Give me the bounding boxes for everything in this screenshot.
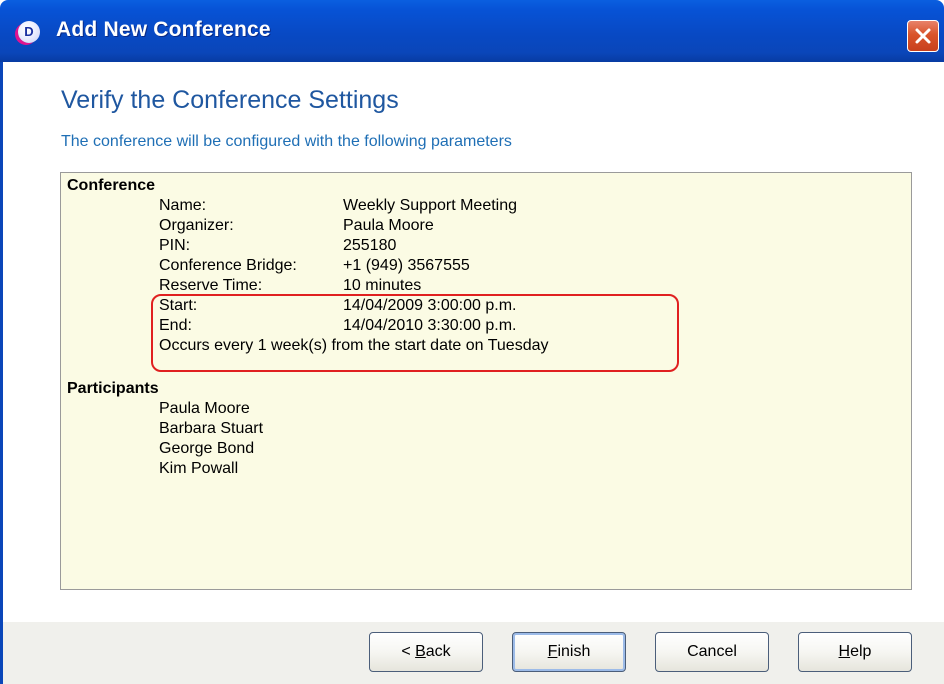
app-logo-icon: D [18, 21, 40, 43]
settings-summary-panel: Conference Name: Weekly Support Meeting … [60, 172, 912, 590]
back-label-rest: ack [425, 643, 451, 660]
add-new-conference-dialog: D Add New Conference Verify the Conferen… [0, 0, 944, 684]
participant-item: George Bond [159, 440, 255, 457]
title-bar[interactable]: D Add New Conference [0, 0, 944, 62]
reserve-time-value: 10 minutes [343, 277, 422, 294]
help-button[interactable]: Help [798, 632, 912, 672]
schedule-highlight-box [151, 294, 679, 372]
pin-value: 255180 [343, 237, 397, 254]
participants-section-title: Participants [67, 380, 159, 397]
back-mnemonic: B [415, 643, 426, 660]
finish-button[interactable]: Finish [512, 632, 626, 672]
field-label: Reserve Time: [159, 277, 263, 294]
participant-item: Kim Powall [159, 460, 239, 477]
finish-label-rest: inish [557, 643, 591, 660]
conference-bridge-value: +1 (949) 3567555 [343, 257, 470, 274]
conference-name-value: Weekly Support Meeting [343, 197, 518, 214]
cancel-button[interactable]: Cancel [655, 632, 769, 672]
participant-item: Barbara Stuart [159, 420, 264, 437]
close-icon [915, 28, 931, 44]
field-label: Name: [159, 197, 207, 214]
field-label: Conference Bridge: [159, 257, 297, 274]
help-mnemonic: H [838, 643, 851, 660]
close-button[interactable] [907, 20, 939, 52]
organizer-value: Paula Moore [343, 217, 434, 234]
help-label-rest: elp [850, 643, 872, 660]
finish-mnemonic: F [547, 643, 558, 660]
back-label-prefix: < [401, 643, 416, 660]
back-button[interactable]: < Back [369, 632, 483, 672]
window-title: Add New Conference [56, 18, 271, 41]
conference-section-title: Conference [67, 177, 156, 194]
window-frame-left [0, 62, 3, 684]
field-label: PIN: [159, 237, 191, 254]
participant-item: Paula Moore [159, 400, 250, 417]
cancel-label: Cancel [687, 643, 737, 660]
page-subtitle: The conference will be configured with t… [61, 133, 512, 150]
field-label: Organizer: [159, 217, 234, 234]
page-title: Verify the Conference Settings [61, 86, 399, 114]
